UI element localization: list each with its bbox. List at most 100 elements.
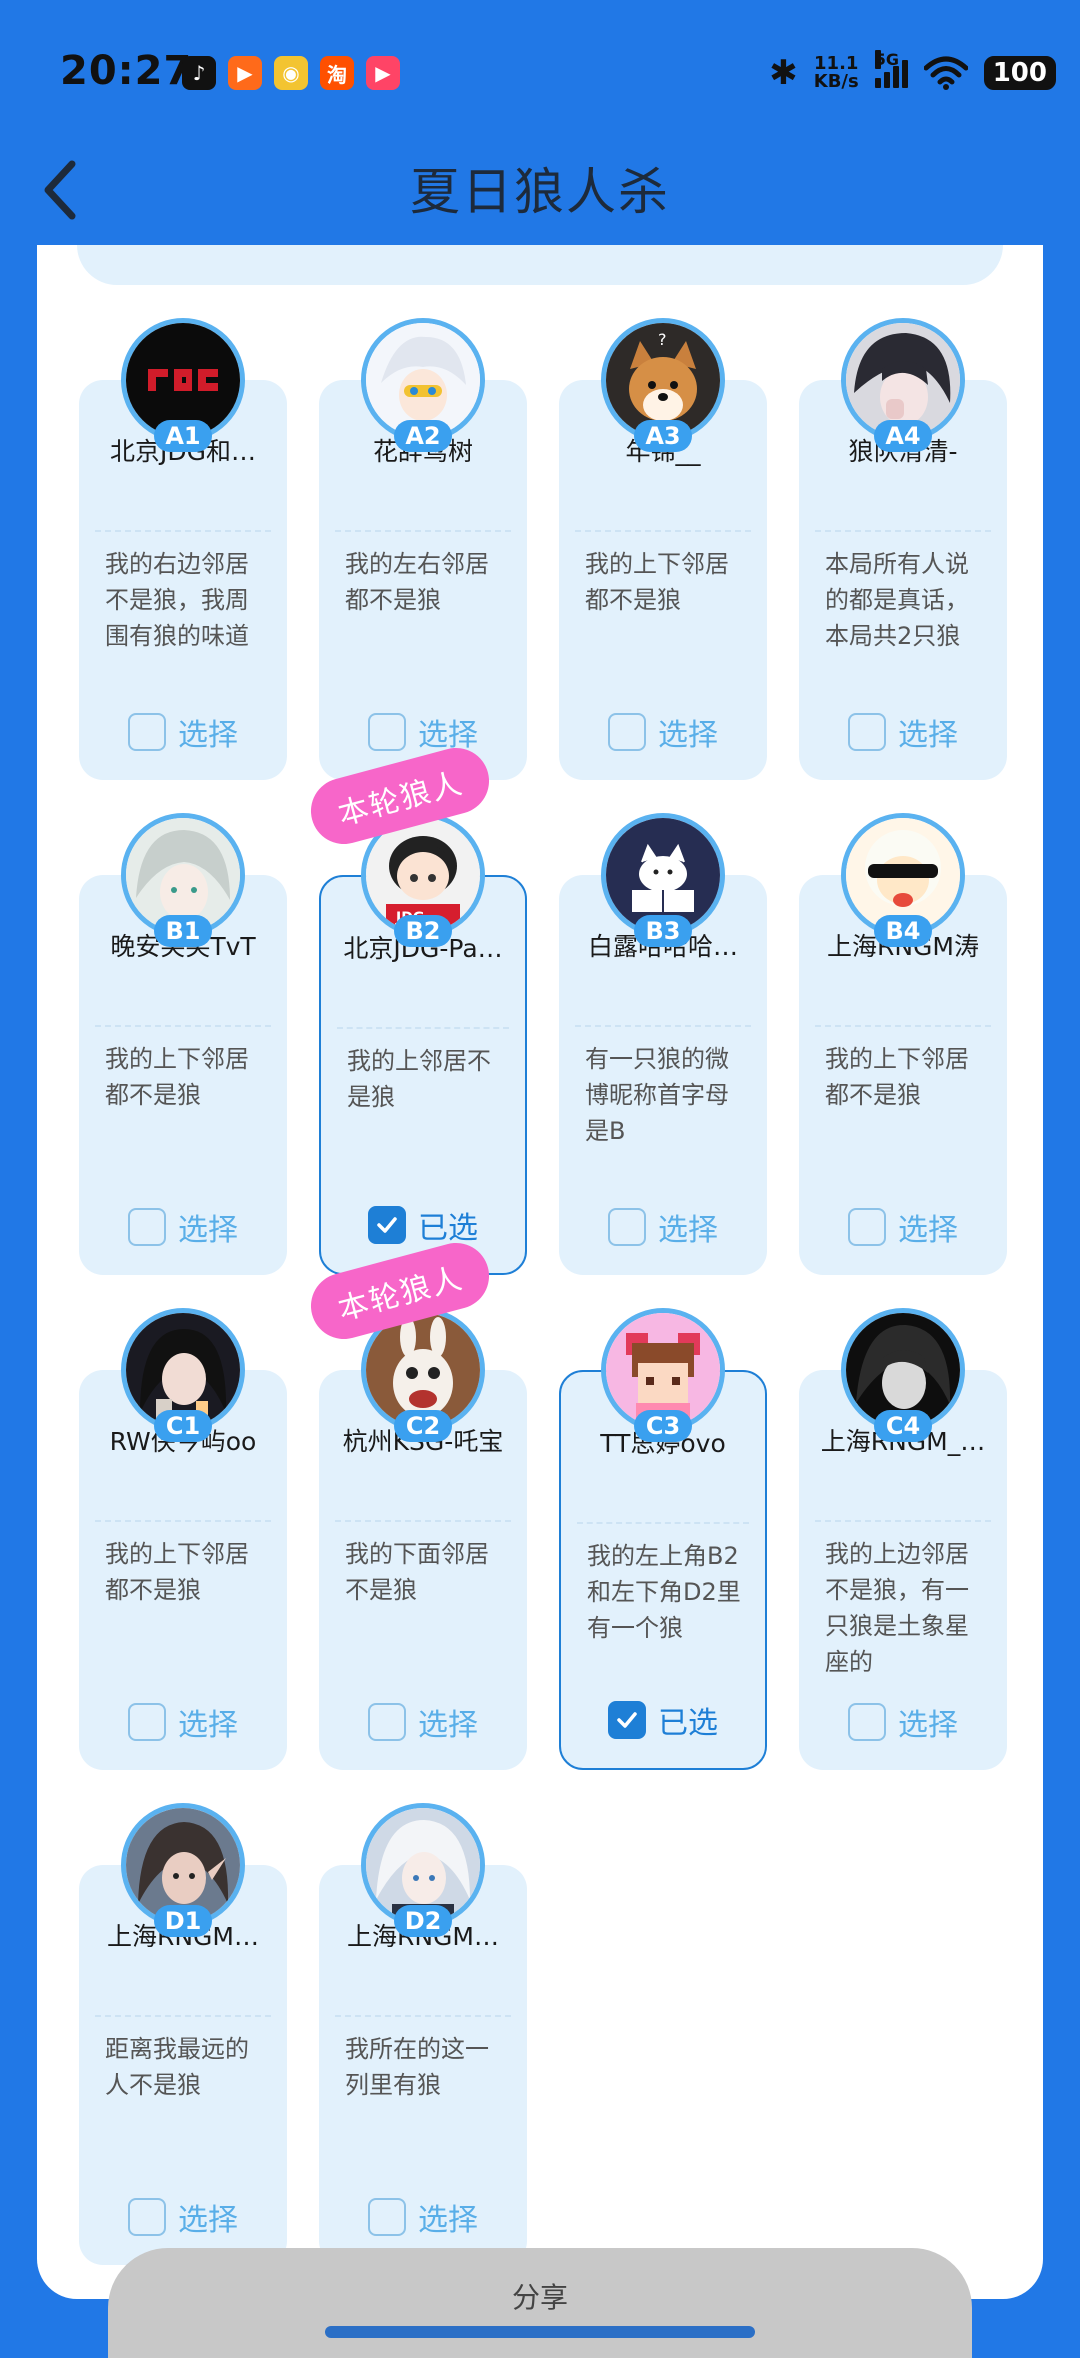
select-checkbox[interactable] <box>368 713 406 751</box>
select-label: 选择 <box>178 1708 238 1743</box>
select-checkbox[interactable] <box>608 1208 646 1246</box>
select-label: 选择 <box>178 2203 238 2238</box>
home-indicator[interactable] <box>325 2326 755 2338</box>
select-label: 选择 <box>898 1708 958 1743</box>
select-checkbox[interactable] <box>128 713 166 751</box>
select-label: 选择 <box>178 1213 238 1248</box>
select-checkbox[interactable] <box>848 1208 886 1246</box>
select-control[interactable]: 选择 <box>319 2195 527 2239</box>
select-control[interactable]: 已选 <box>561 1698 765 1742</box>
select-control[interactable]: 选择 <box>319 1700 527 1744</box>
seat-badge: D1 <box>154 1905 212 1937</box>
clock: 20:27 <box>60 48 193 94</box>
select-label: 选择 <box>658 718 718 753</box>
player-statement: 我的右边邻居不是狼，我周围有狼的味道 <box>105 550 249 650</box>
header: 夏日狼人杀 <box>0 140 1080 245</box>
player-statement: 有一只狼的微博昵称首字母是B <box>585 1045 729 1145</box>
select-checkbox[interactable] <box>608 1701 646 1739</box>
seat-badge: D2 <box>394 1905 452 1937</box>
check-icon <box>377 1217 397 1233</box>
select-label: 选择 <box>418 1708 478 1743</box>
select-control[interactable]: 选择 <box>559 1205 767 1249</box>
select-control[interactable]: 选择 <box>79 1700 287 1744</box>
player-statement: 我的上邻居不是狼 <box>347 1047 491 1111</box>
player-statement: 我的上下邻居都不是狼 <box>105 1045 249 1109</box>
player-statement: 我的左右邻居都不是狼 <box>345 550 489 614</box>
select-checkbox[interactable] <box>368 2198 406 2236</box>
select-control[interactable]: 选择 <box>799 710 1007 754</box>
kuaishou-icon: ▶ <box>228 56 262 90</box>
status-bar: 20:27 ♪ ▶ ◉ 淘 ▶ ✱ 11.1 KB/s 5G 100 <box>0 0 1080 140</box>
select-checkbox[interactable] <box>128 2198 166 2236</box>
top-strip <box>77 245 1003 285</box>
divider <box>95 1025 271 1027</box>
divider <box>95 2015 271 2017</box>
divider <box>815 530 991 532</box>
player-statement: 我的上下邻居都不是狼 <box>105 1540 249 1604</box>
select-label: 已选 <box>658 1706 718 1741</box>
divider <box>335 2015 511 2017</box>
divider <box>337 1027 509 1029</box>
select-label: 选择 <box>178 718 238 753</box>
select-control[interactable]: 选择 <box>799 1205 1007 1249</box>
seat-badge: A4 <box>874 420 932 452</box>
select-checkbox[interactable] <box>368 1703 406 1741</box>
player-board: 北京JDG和…我的右边邻居不是狼，我周围有狼的味道选择A1花辞鸢树我的左右邻居都… <box>37 245 1043 2299</box>
select-checkbox[interactable] <box>368 1206 406 1244</box>
select-control[interactable]: 选择 <box>559 710 767 754</box>
select-checkbox[interactable] <box>848 713 886 751</box>
player-statement: 我的上下邻居都不是狼 <box>585 550 729 614</box>
divider <box>335 530 511 532</box>
seat-badge: C4 <box>874 1410 932 1442</box>
weibo-icon: ◉ <box>274 56 308 90</box>
select-control[interactable]: 选择 <box>799 1700 1007 1744</box>
seat-badge: B3 <box>634 915 692 947</box>
player-statement: 我的下面邻居不是狼 <box>345 1540 489 1604</box>
select-checkbox[interactable] <box>608 713 646 751</box>
select-label: 选择 <box>898 718 958 753</box>
select-control[interactable]: 选择 <box>319 710 527 754</box>
share-label: 分享 <box>511 2281 568 2314</box>
taobao-icon: 淘 <box>320 56 354 90</box>
player-statement: 我所在的这一列里有狼 <box>345 2035 489 2099</box>
divider <box>335 1520 511 1522</box>
select-control[interactable]: 选择 <box>79 2195 287 2239</box>
cellular-signal-icon: 5G <box>874 50 908 88</box>
select-control[interactable]: 选择 <box>79 1205 287 1249</box>
seat-badge: A1 <box>154 420 212 452</box>
select-control[interactable]: 已选 <box>321 1203 525 1247</box>
tiktok-icon: ♪ <box>182 56 216 90</box>
player-statement: 我的左上角B2和左下角D2里有一个狼 <box>587 1542 741 1642</box>
battery-icon: 100 <box>983 56 1056 90</box>
seat-badge: C3 <box>634 1410 692 1442</box>
select-control[interactable]: 选择 <box>79 710 287 754</box>
select-label: 已选 <box>418 1211 478 1246</box>
divider <box>95 1520 271 1522</box>
select-label: 选择 <box>418 718 478 753</box>
bluetooth-icon: ✱ <box>769 53 798 93</box>
seat-badge: B2 <box>394 915 452 947</box>
divider <box>577 1522 749 1524</box>
seat-badge: A2 <box>394 420 452 452</box>
select-label: 选择 <box>658 1213 718 1248</box>
seat-badge: B4 <box>874 915 932 947</box>
player-statement: 本局所有人说的都是真话，本局共2只狼 <box>825 550 969 650</box>
divider <box>575 1025 751 1027</box>
select-checkbox[interactable] <box>128 1703 166 1741</box>
network-type: 5G <box>874 50 899 69</box>
seat-badge: C2 <box>394 1410 452 1442</box>
divider <box>95 530 271 532</box>
select-checkbox[interactable] <box>128 1208 166 1246</box>
player-statement: 我的上下邻居都不是狼 <box>825 1045 969 1109</box>
seat-badge: B1 <box>154 915 212 947</box>
share-button[interactable]: 分享 <box>108 2248 972 2358</box>
wifi-icon <box>923 56 968 90</box>
page-title: 夏日狼人杀 <box>410 163 670 221</box>
select-label: 选择 <box>418 2203 478 2238</box>
network-speed: 11.1 KB/s <box>813 53 859 92</box>
select-checkbox[interactable] <box>848 1703 886 1741</box>
seat-badge: A3 <box>634 420 692 452</box>
kuaishou-lite-icon: ▶ <box>366 56 400 90</box>
player-statement: 我的上边邻居不是狼，有一只狼是土象星座的 <box>825 1540 969 1676</box>
divider <box>815 1025 991 1027</box>
